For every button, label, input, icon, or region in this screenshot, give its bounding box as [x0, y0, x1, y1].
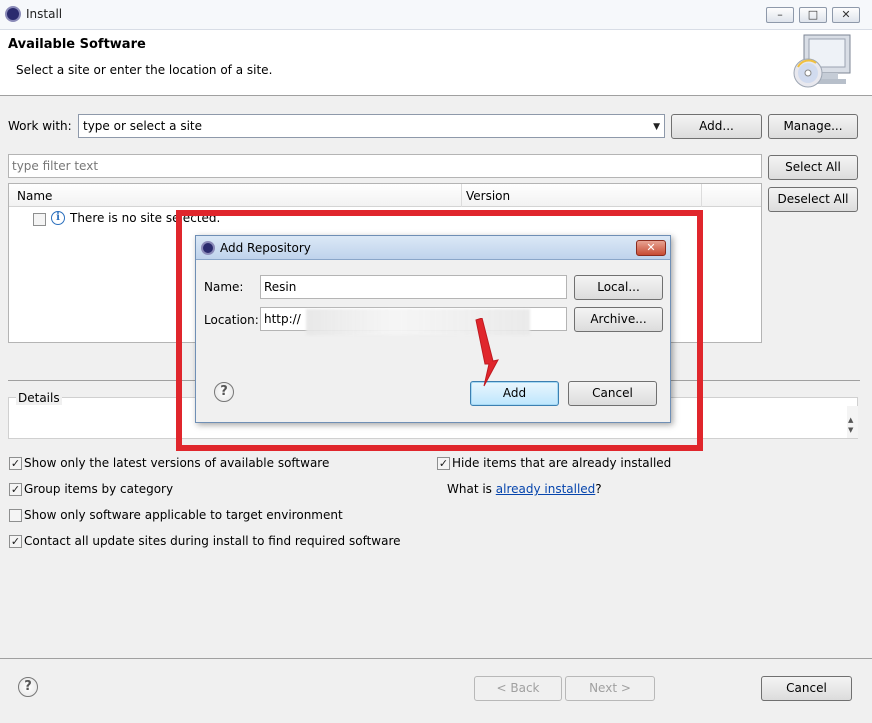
- column-header-name[interactable]: Name: [17, 189, 52, 203]
- wizard-header: Available Software Select a site or ente…: [0, 30, 872, 96]
- filter-placeholder: type filter text: [12, 159, 99, 173]
- footer-divider: [0, 658, 872, 659]
- contact-update-sites-checkbox[interactable]: ✓: [9, 535, 22, 548]
- monitor-cd-icon: [793, 34, 851, 88]
- latest-versions-label[interactable]: Show only the latest versions of availab…: [24, 456, 329, 470]
- hide-installed-checkbox[interactable]: ✓: [437, 457, 450, 470]
- latest-versions-checkbox[interactable]: ✓: [9, 457, 22, 470]
- deselect-all-button[interactable]: Deselect All: [768, 187, 858, 212]
- work-with-label: Work with:: [8, 119, 72, 133]
- manage-button[interactable]: Manage...: [768, 114, 858, 139]
- window-titlebar: Install – □ ✕: [0, 0, 872, 30]
- what-is-prefix: What is: [447, 482, 496, 496]
- next-button[interactable]: Next >: [565, 676, 655, 701]
- eclipse-icon: [5, 6, 21, 22]
- help-icon[interactable]: ?: [18, 677, 38, 697]
- site-combo-value: type or select a site: [83, 119, 203, 133]
- archive-button[interactable]: Archive...: [574, 307, 663, 332]
- dialog-title: Add Repository: [220, 241, 311, 255]
- scroll-up-icon[interactable]: ▲: [848, 416, 853, 424]
- local-button[interactable]: Local...: [574, 275, 663, 300]
- target-environment-checkbox[interactable]: [9, 509, 22, 522]
- dialog-cancel-button[interactable]: Cancel: [568, 381, 657, 406]
- group-by-category-checkbox[interactable]: ✓: [9, 483, 22, 496]
- minimize-icon: –: [777, 8, 783, 21]
- tree-header: Name Version: [9, 184, 761, 207]
- what-is-installed: What is already installed?: [447, 482, 602, 496]
- dialog-close-button[interactable]: ✕: [636, 240, 666, 256]
- target-environment-label[interactable]: Show only software applicable to target …: [24, 508, 343, 522]
- close-icon: ✕: [841, 8, 851, 21]
- minimize-button[interactable]: –: [766, 7, 794, 23]
- close-icon: ✕: [646, 241, 656, 254]
- back-button[interactable]: < Back: [474, 676, 562, 701]
- page-title: Available Software: [8, 37, 146, 52]
- dialog-titlebar: Add Repository ✕: [196, 236, 670, 260]
- column-header-version[interactable]: Version: [466, 189, 510, 203]
- scroll-down-icon[interactable]: ▼: [848, 426, 853, 434]
- details-label: Details: [16, 391, 62, 405]
- dialog-help-icon[interactable]: ?: [214, 382, 234, 402]
- eclipse-icon: [201, 241, 215, 255]
- column-divider[interactable]: [701, 184, 702, 207]
- page-description: Select a site or enter the location of a…: [16, 63, 273, 77]
- select-all-button[interactable]: Select All: [768, 155, 858, 180]
- add-site-button[interactable]: Add...: [671, 114, 762, 139]
- window-title: Install: [26, 7, 63, 21]
- maximize-icon: □: [807, 8, 819, 21]
- filter-input[interactable]: type filter text: [8, 154, 762, 178]
- maximize-button[interactable]: □: [799, 7, 827, 23]
- column-divider[interactable]: [461, 184, 462, 207]
- already-installed-link[interactable]: already installed: [496, 482, 596, 496]
- red-arrow-annotation: [475, 318, 499, 387]
- contact-update-sites-label[interactable]: Contact all update sites during install …: [24, 534, 401, 548]
- name-label: Name:: [204, 280, 244, 294]
- site-combo[interactable]: type or select a site ▼: [78, 114, 665, 138]
- info-icon: i: [51, 211, 65, 225]
- cancel-install-button[interactable]: Cancel: [761, 676, 852, 701]
- hide-installed-label[interactable]: Hide items that are already installed: [452, 456, 671, 470]
- chevron-down-icon[interactable]: ▼: [653, 122, 660, 132]
- location-label: Location:: [204, 313, 259, 327]
- details-scrollbar[interactable]: ▲ ▼: [847, 406, 858, 438]
- close-window-button[interactable]: ✕: [832, 7, 860, 23]
- group-by-category-label[interactable]: Group items by category: [24, 482, 173, 496]
- name-input[interactable]: Resin: [260, 275, 567, 299]
- tree-item-checkbox[interactable]: [33, 213, 46, 226]
- what-is-suffix: ?: [595, 482, 602, 496]
